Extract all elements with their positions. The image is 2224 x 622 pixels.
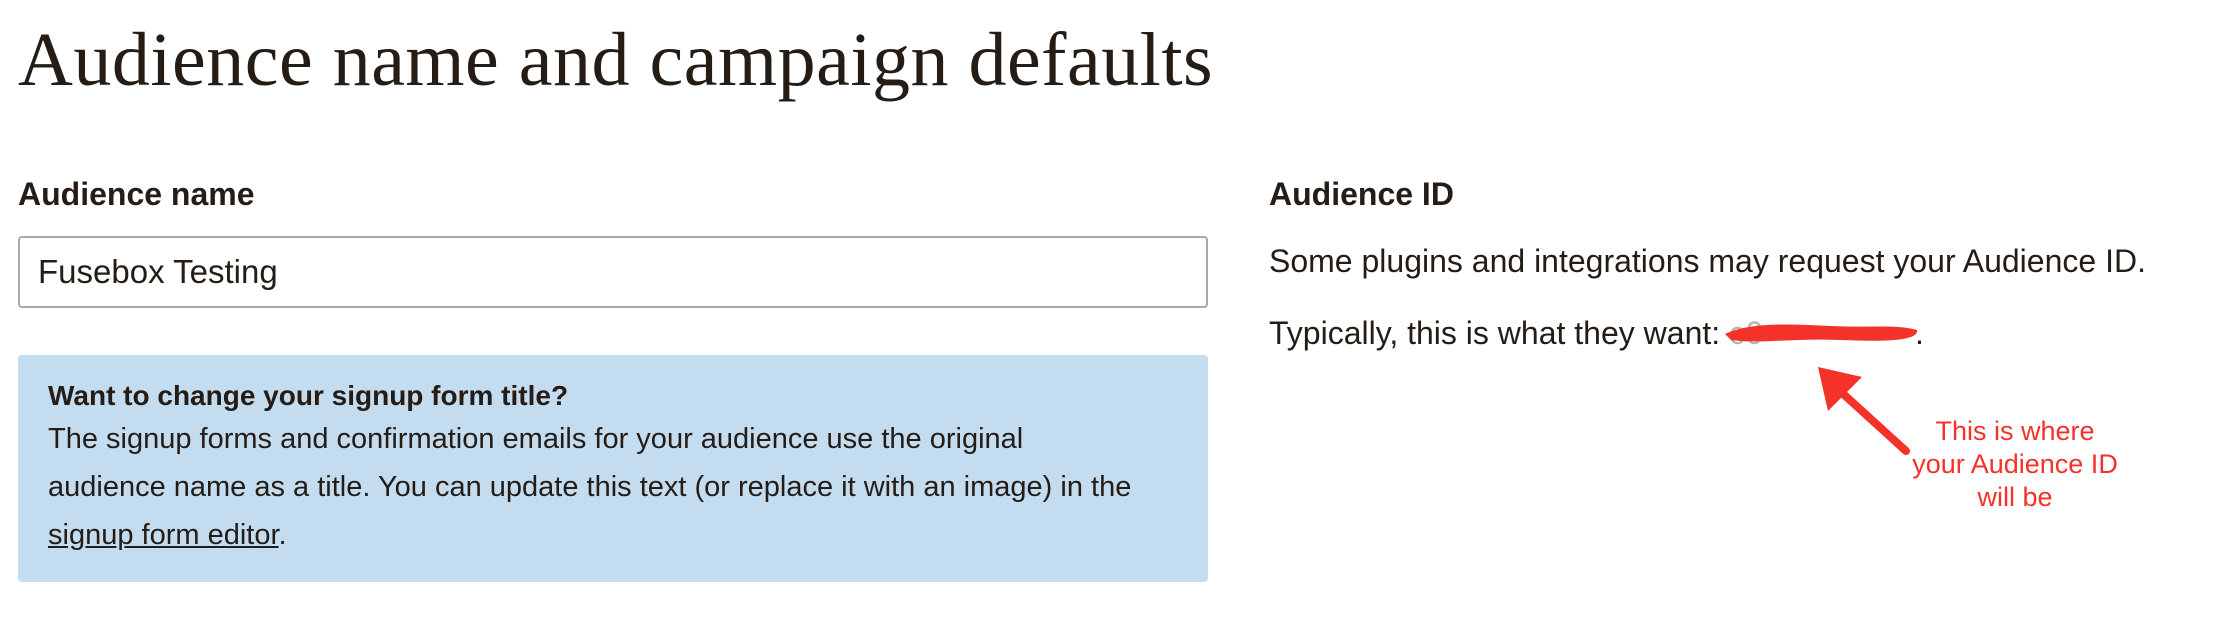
info-box-body-line-2: audience name as a title. You can update… [48, 471, 1132, 503]
annotation-line-3: will be [1977, 482, 2053, 512]
info-box-body-line-1: The signup forms and confirmation emails… [48, 423, 1024, 455]
audience-name-input[interactable] [18, 236, 1208, 308]
info-box-body: The signup forms and confirmation emails… [48, 415, 1178, 559]
audience-name-label: Audience name [18, 176, 255, 212]
audience-id-label: Audience ID [1269, 176, 1454, 212]
signup-form-title-info-box: Want to change your signup form title? T… [18, 355, 1208, 582]
page-title: Audience name and campaign defaults [18, 18, 1214, 102]
annotation-text: This is where your Audience ID will be [1880, 415, 2150, 514]
redaction-scribble [1725, 324, 1918, 342]
info-box-link-suffix: . [278, 519, 287, 551]
audience-id-value-redacted: c6 [1725, 313, 1918, 353]
annotation-line-2: your Audience ID [1912, 449, 2118, 479]
info-box-title: Want to change your signup form title? [48, 380, 569, 411]
audience-id-prefix: Typically, this is what they want: [1269, 315, 1721, 351]
annotation-line-1: This is where [1935, 416, 2095, 446]
signup-form-editor-link[interactable]: signup form editor [48, 519, 279, 551]
audience-id-line: Typically, this is what they want: c6 . [1269, 313, 1924, 353]
audience-id-description: Some plugins and integrations may reques… [1269, 243, 2146, 279]
